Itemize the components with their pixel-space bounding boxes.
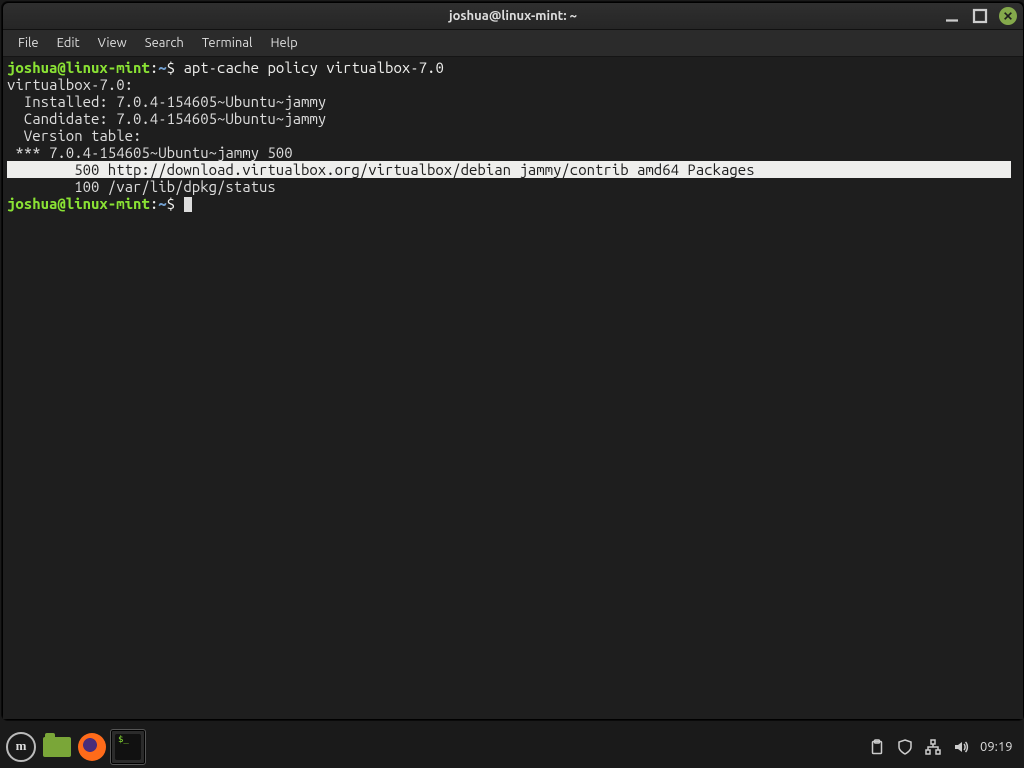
output-source-highlighted: 500 http://download.virtualbox.org/virtu…	[7, 161, 1011, 178]
prompt-sep-2: :	[150, 195, 158, 212]
menu-terminal[interactable]: Terminal	[193, 33, 262, 53]
minimize-button[interactable]	[943, 7, 961, 25]
prompt-sigil: $	[167, 59, 175, 76]
taskbar-left: m $_	[6, 729, 184, 765]
prompt-path: ~	[158, 59, 166, 76]
output-candidate: Candidate: 7.0.4-154605~Ubuntu~jammy	[7, 110, 326, 127]
menu-view[interactable]: View	[89, 33, 136, 53]
clipboard-icon[interactable]	[868, 738, 886, 756]
output-version-table: Version table:	[7, 127, 141, 144]
terminal-icon: $_	[115, 734, 141, 760]
prompt-user-host-2: joshua@linux-mint	[7, 195, 150, 212]
menubar: File Edit View Search Terminal Help	[3, 30, 1023, 57]
mint-logo-icon: m	[16, 738, 27, 754]
window-controls	[943, 3, 1017, 29]
output-installed: Installed: 7.0.4-154605~Ubuntu~jammy	[7, 93, 326, 110]
menu-search[interactable]: Search	[136, 33, 193, 53]
output-status: 100 /var/lib/dpkg/status	[7, 178, 276, 195]
terminal-task-button[interactable]: $_	[110, 729, 146, 765]
command-line-1: apt-cache policy virtualbox-7.0	[183, 59, 443, 76]
taskbar: m $_ 09:19	[0, 726, 1024, 768]
output-version-line: *** 7.0.4-154605~Ubuntu~jammy 500	[7, 144, 293, 161]
panel-clock[interactable]: 09:19	[980, 740, 1018, 754]
shield-icon[interactable]	[896, 738, 914, 756]
system-tray: 09:19	[868, 738, 1018, 756]
menu-edit[interactable]: Edit	[48, 33, 89, 53]
firefox-launcher[interactable]	[78, 733, 106, 761]
volume-icon[interactable]	[952, 738, 970, 756]
menu-help[interactable]: Help	[261, 33, 306, 53]
network-icon[interactable]	[924, 738, 942, 756]
terminal-window: joshua@linux-mint: ~ File Edit View Sear…	[2, 2, 1024, 720]
close-button[interactable]	[999, 7, 1017, 25]
output-package: virtualbox-7.0:	[7, 76, 133, 93]
terminal-cursor	[184, 197, 192, 212]
show-desktop-button[interactable]	[40, 730, 74, 764]
files-launcher[interactable]	[150, 730, 184, 764]
titlebar[interactable]: joshua@linux-mint: ~	[3, 3, 1023, 30]
maximize-button[interactable]	[971, 7, 989, 25]
start-menu-button[interactable]: m	[6, 732, 36, 762]
prompt-sigil-2: $	[167, 195, 175, 212]
window-title: joshua@linux-mint: ~	[449, 9, 577, 23]
prompt-user-host: joshua@linux-mint	[7, 59, 150, 76]
prompt-sep: :	[150, 59, 158, 76]
terminal-viewport[interactable]: joshua@linux-mint:~$ apt-cache policy vi…	[3, 57, 1023, 719]
files-icon	[43, 737, 71, 757]
menu-file[interactable]: File	[9, 33, 48, 53]
prompt-path-2: ~	[158, 195, 166, 212]
